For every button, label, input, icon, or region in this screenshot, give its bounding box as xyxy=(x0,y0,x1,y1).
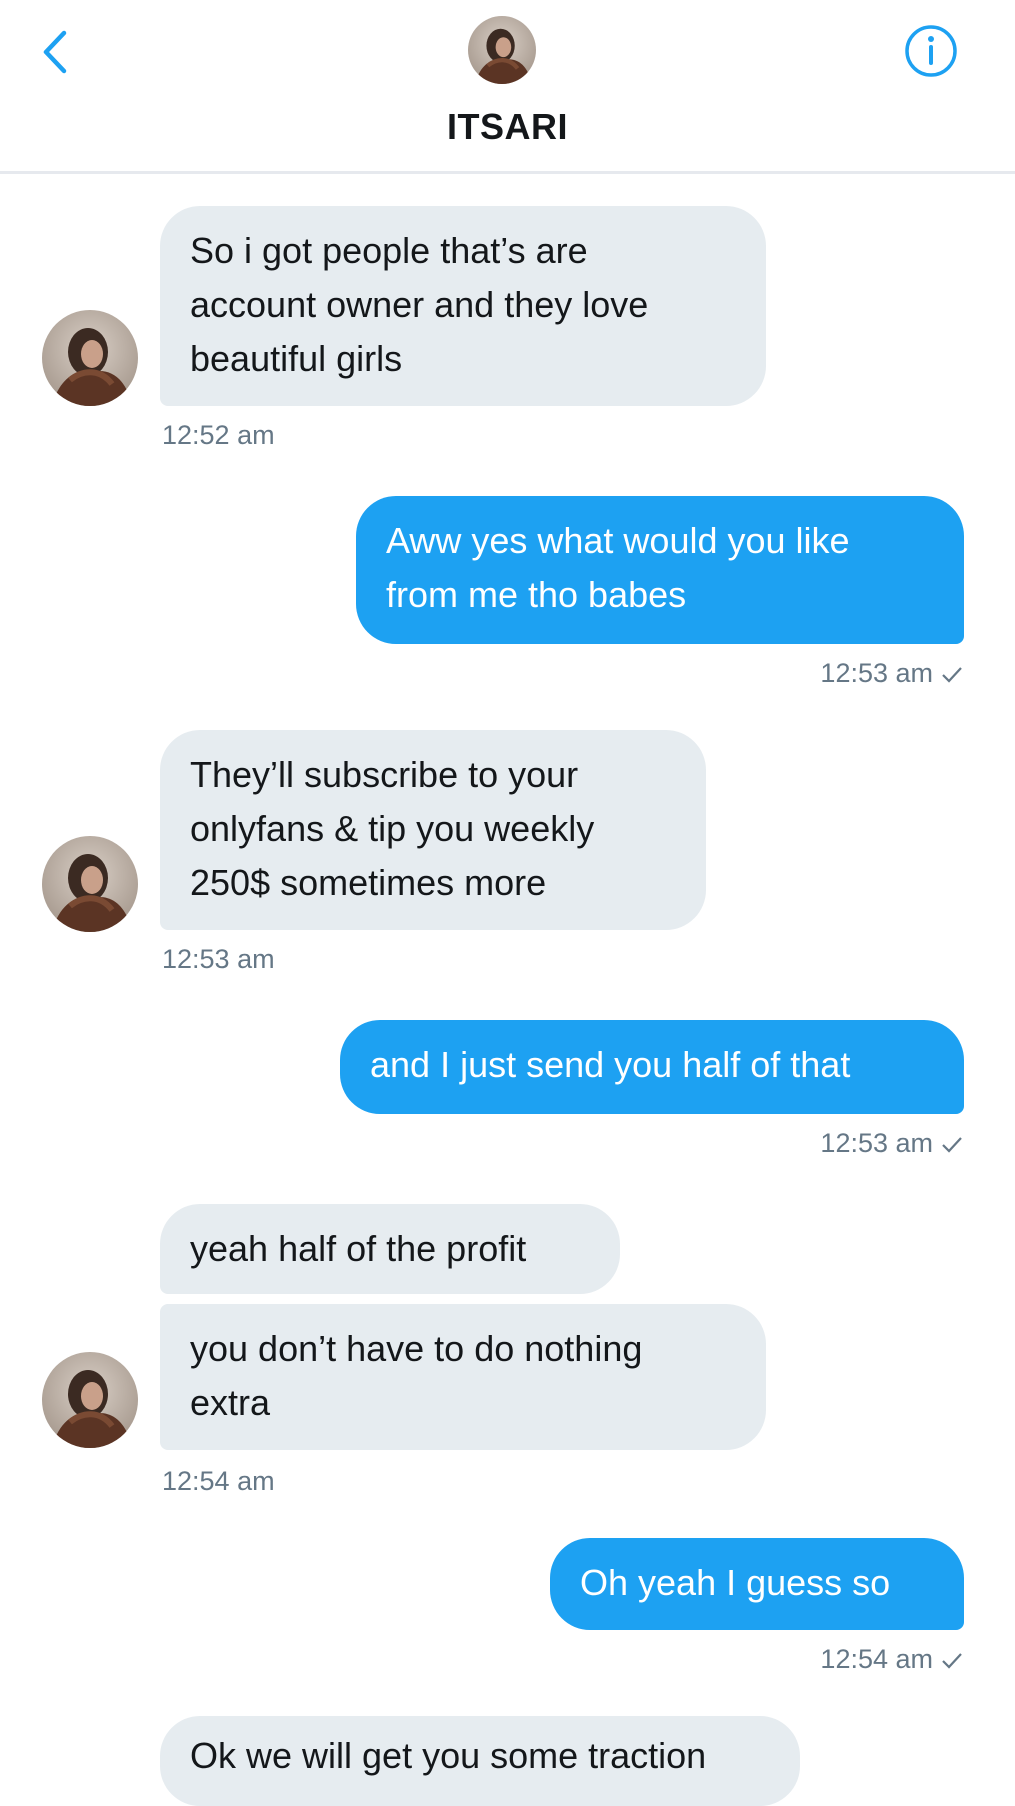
info-icon xyxy=(905,25,957,77)
message-timestamp: 12:53 am xyxy=(820,658,963,689)
timestamp-text: 12:54 am xyxy=(820,1644,933,1674)
info-button[interactable] xyxy=(903,23,959,79)
sent-check-icon xyxy=(942,667,962,683)
sender-avatar[interactable] xyxy=(42,310,138,406)
message-timestamp: 12:54 am xyxy=(162,1466,275,1496)
sender-avatar[interactable] xyxy=(42,836,138,932)
timestamp-text: 12:53 am xyxy=(820,658,933,688)
avatar-photo xyxy=(42,310,138,406)
avatar-photo xyxy=(468,16,536,84)
partial-message-text: Ok we will get you some traction xyxy=(190,1735,707,1776)
sender-avatar[interactable] xyxy=(42,1352,138,1448)
sent-check-icon xyxy=(942,1653,962,1669)
back-button[interactable] xyxy=(30,22,80,82)
message-timestamp: 12:53 am xyxy=(162,944,275,974)
header-avatar[interactable] xyxy=(468,16,536,84)
message-timestamp: 12:53 am xyxy=(820,1128,963,1159)
message-timestamp: 12:54 am xyxy=(820,1644,963,1675)
timestamp-text: 12:53 am xyxy=(820,1128,933,1158)
chevron-left-icon xyxy=(43,30,67,74)
message-bubble-outgoing[interactable]: Oh yeah I guess so xyxy=(550,1538,964,1630)
message-timestamp: 12:52 am xyxy=(162,420,275,450)
avatar-photo xyxy=(42,1352,138,1448)
message-bubble-incoming[interactable]: you don’t have to do nothing extra xyxy=(160,1304,766,1450)
sent-check-icon xyxy=(942,1137,962,1153)
message-bubble-outgoing[interactable]: and I just send you half of that xyxy=(340,1020,964,1114)
message-bubble-incoming[interactable]: yeah half of the profit xyxy=(160,1204,620,1294)
message-bubble-outgoing[interactable]: Aww yes what would you like from me tho … xyxy=(356,496,964,644)
avatar-photo xyxy=(42,836,138,932)
conversation-title[interactable]: ITSARI xyxy=(0,106,1015,148)
message-bubble-incoming[interactable]: So i got people that’s are account owner… xyxy=(160,206,766,406)
conversation-header: ITSARI xyxy=(0,0,1015,174)
message-bubble-incoming[interactable]: They’ll subscribe to your onlyfans & tip… xyxy=(160,730,706,930)
